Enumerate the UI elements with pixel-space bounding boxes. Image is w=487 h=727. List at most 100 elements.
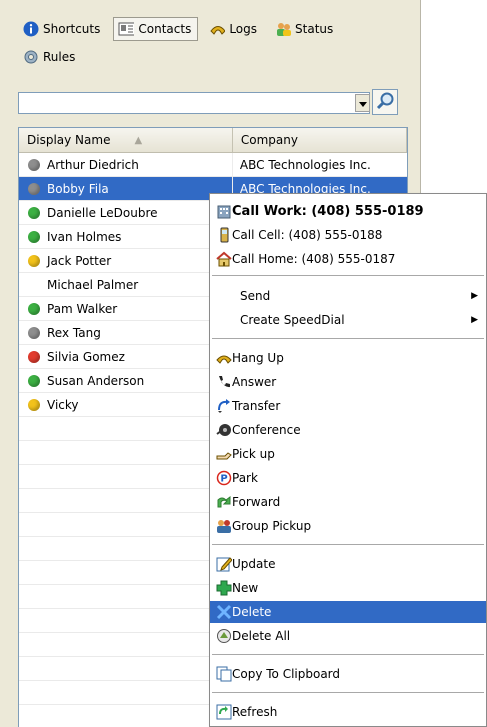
sort-ascending-icon: ▲ [134, 134, 143, 146]
column-header-company[interactable]: Company [232, 128, 407, 152]
cell-phone-icon [216, 227, 232, 243]
delete-all-icon [216, 628, 232, 644]
tab-rules-label: Rules [43, 50, 76, 64]
contact-name: Pam Walker [47, 301, 118, 316]
menu-item-transfer[interactable]: Transfer [210, 395, 486, 417]
contact-name: Jack Potter [47, 253, 112, 268]
menu-label-forward: Forward [232, 495, 281, 509]
list-header: Display Name ▲ Company [19, 128, 407, 153]
contact-name-cell [19, 633, 233, 656]
contact-context-menu: Call Work: (408) 555-0189 Call Cell: (40… [209, 193, 487, 727]
menu-label-conference: Conference [232, 423, 301, 437]
column-label-company: Company [240, 133, 298, 147]
contact-name-cell [19, 657, 233, 680]
answer-phone-icon [216, 374, 232, 390]
tab-contacts[interactable]: Contacts [113, 17, 199, 41]
tab-shortcuts[interactable]: Shortcuts [18, 17, 107, 41]
contact-name-cell [19, 561, 233, 584]
menu-label-send: Send [240, 289, 271, 303]
search-input[interactable] [18, 92, 370, 114]
contact-name: Susan Anderson [47, 373, 145, 388]
contact-name-cell: Arthur Diedrich [19, 153, 233, 176]
contact-name: Rex Tang [47, 325, 101, 340]
presence-status-icon [28, 302, 40, 315]
hang-up-phone-icon [216, 350, 232, 366]
forward-phone-icon [216, 494, 232, 510]
menu-item-create-speeddial[interactable]: Create SpeedDial ▶ [210, 309, 486, 331]
presence-status-icon [28, 230, 40, 243]
phone-logs-icon [209, 21, 226, 37]
presence-status-icon [28, 350, 40, 363]
menu-label-delete-all: Delete All [232, 629, 291, 643]
edit-pencil-icon [216, 556, 232, 572]
menu-item-new[interactable]: New [210, 577, 486, 599]
menu-item-pick-up[interactable]: Pick up [210, 443, 486, 465]
menu-item-delete[interactable]: Delete [210, 601, 486, 623]
menu-separator [212, 275, 484, 276]
menu-item-park[interactable]: P Park [210, 467, 486, 489]
column-header-display-name[interactable]: Display Name ▲ [19, 128, 233, 152]
tab-rules[interactable]: Rules [18, 45, 82, 69]
menu-item-call-work[interactable]: Call Work: (408) 555-0189 [210, 200, 486, 222]
house-icon [216, 251, 232, 267]
contact-name-cell: Danielle LeDoubre [19, 201, 233, 224]
menu-item-hang-up[interactable]: Hang Up [210, 347, 486, 369]
menu-item-call-cell[interactable]: Call Cell: (408) 555-0188 [210, 224, 486, 246]
contact-name-cell [19, 417, 233, 440]
refresh-icon [216, 704, 232, 720]
tab-row-2: Rules [18, 43, 413, 71]
menu-separator [212, 544, 484, 545]
menu-item-call-home[interactable]: Call Home: (408) 555-0187 [210, 248, 486, 270]
menu-label-delete: Delete [232, 605, 272, 619]
menu-item-update[interactable]: Update [210, 553, 486, 575]
conference-phone-icon [216, 422, 232, 438]
menu-label-group-pickup: Group Pickup [232, 519, 312, 533]
column-label-display-name: Display Name [27, 133, 111, 147]
presence-status-icon [28, 254, 40, 267]
menu-item-delete-all[interactable]: Delete All [210, 625, 486, 647]
menu-label-call-cell: Call Cell: (408) 555-0188 [232, 228, 383, 242]
menu-label-park: Park [232, 471, 258, 485]
office-building-icon [216, 203, 232, 219]
tab-status[interactable]: Status [270, 17, 340, 41]
submenu-arrow-icon: ▶ [471, 291, 478, 301]
contact-name-cell [19, 441, 233, 464]
tab-shortcuts-label: Shortcuts [43, 22, 101, 36]
contact-company-cell: ABC Technologies Inc. [239, 157, 371, 172]
presence-status-icon [28, 398, 40, 411]
menu-label-call-work: Call Work: (408) 555-0189 [232, 203, 424, 219]
rules-gear-icon [23, 49, 39, 65]
menu-item-group-pickup[interactable]: Group Pickup [210, 515, 486, 537]
pick-up-hand-icon [216, 446, 232, 462]
contact-name-cell [19, 705, 233, 727]
contact-name: Bobby Fila [47, 181, 109, 196]
contacts-card-icon [118, 21, 135, 37]
search-icon [375, 91, 395, 114]
menu-item-refresh[interactable]: Refresh [210, 701, 486, 723]
contact-name-cell [19, 489, 233, 512]
contact-name-cell: Michael Palmer [19, 273, 233, 296]
menu-label-refresh: Refresh [232, 705, 278, 719]
menu-item-send[interactable]: Send ▶ [210, 285, 486, 307]
search-dropdown-button[interactable] [355, 94, 370, 112]
menu-item-forward[interactable]: Forward [210, 491, 486, 513]
menu-item-conference[interactable]: Conference [210, 419, 486, 441]
contact-name-cell: Vicky [19, 393, 233, 416]
view-tabs: Shortcuts Contacts Logs Status Rules [18, 15, 413, 71]
menu-label-answer: Answer [232, 375, 277, 389]
delete-x-icon [216, 604, 232, 620]
presence-status-icon [28, 158, 40, 171]
park-p-icon: P [216, 470, 232, 486]
search-button[interactable] [372, 89, 398, 115]
contact-name-cell: Rex Tang [19, 321, 233, 344]
menu-separator [212, 692, 484, 693]
menu-item-answer[interactable]: Answer [210, 371, 486, 393]
contact-name: Michael Palmer [47, 277, 139, 292]
tab-logs[interactable]: Logs [204, 17, 264, 41]
contact-name-cell [19, 585, 233, 608]
contact-row[interactable]: Arthur Diedrich ABC Technologies Inc. [19, 153, 407, 177]
presence-status-icon [28, 374, 40, 387]
contact-name-cell: Pam Walker [19, 297, 233, 320]
menu-item-copy-to-clipboard[interactable]: Copy To Clipboard [210, 663, 486, 685]
menu-label-new: New [232, 581, 259, 595]
